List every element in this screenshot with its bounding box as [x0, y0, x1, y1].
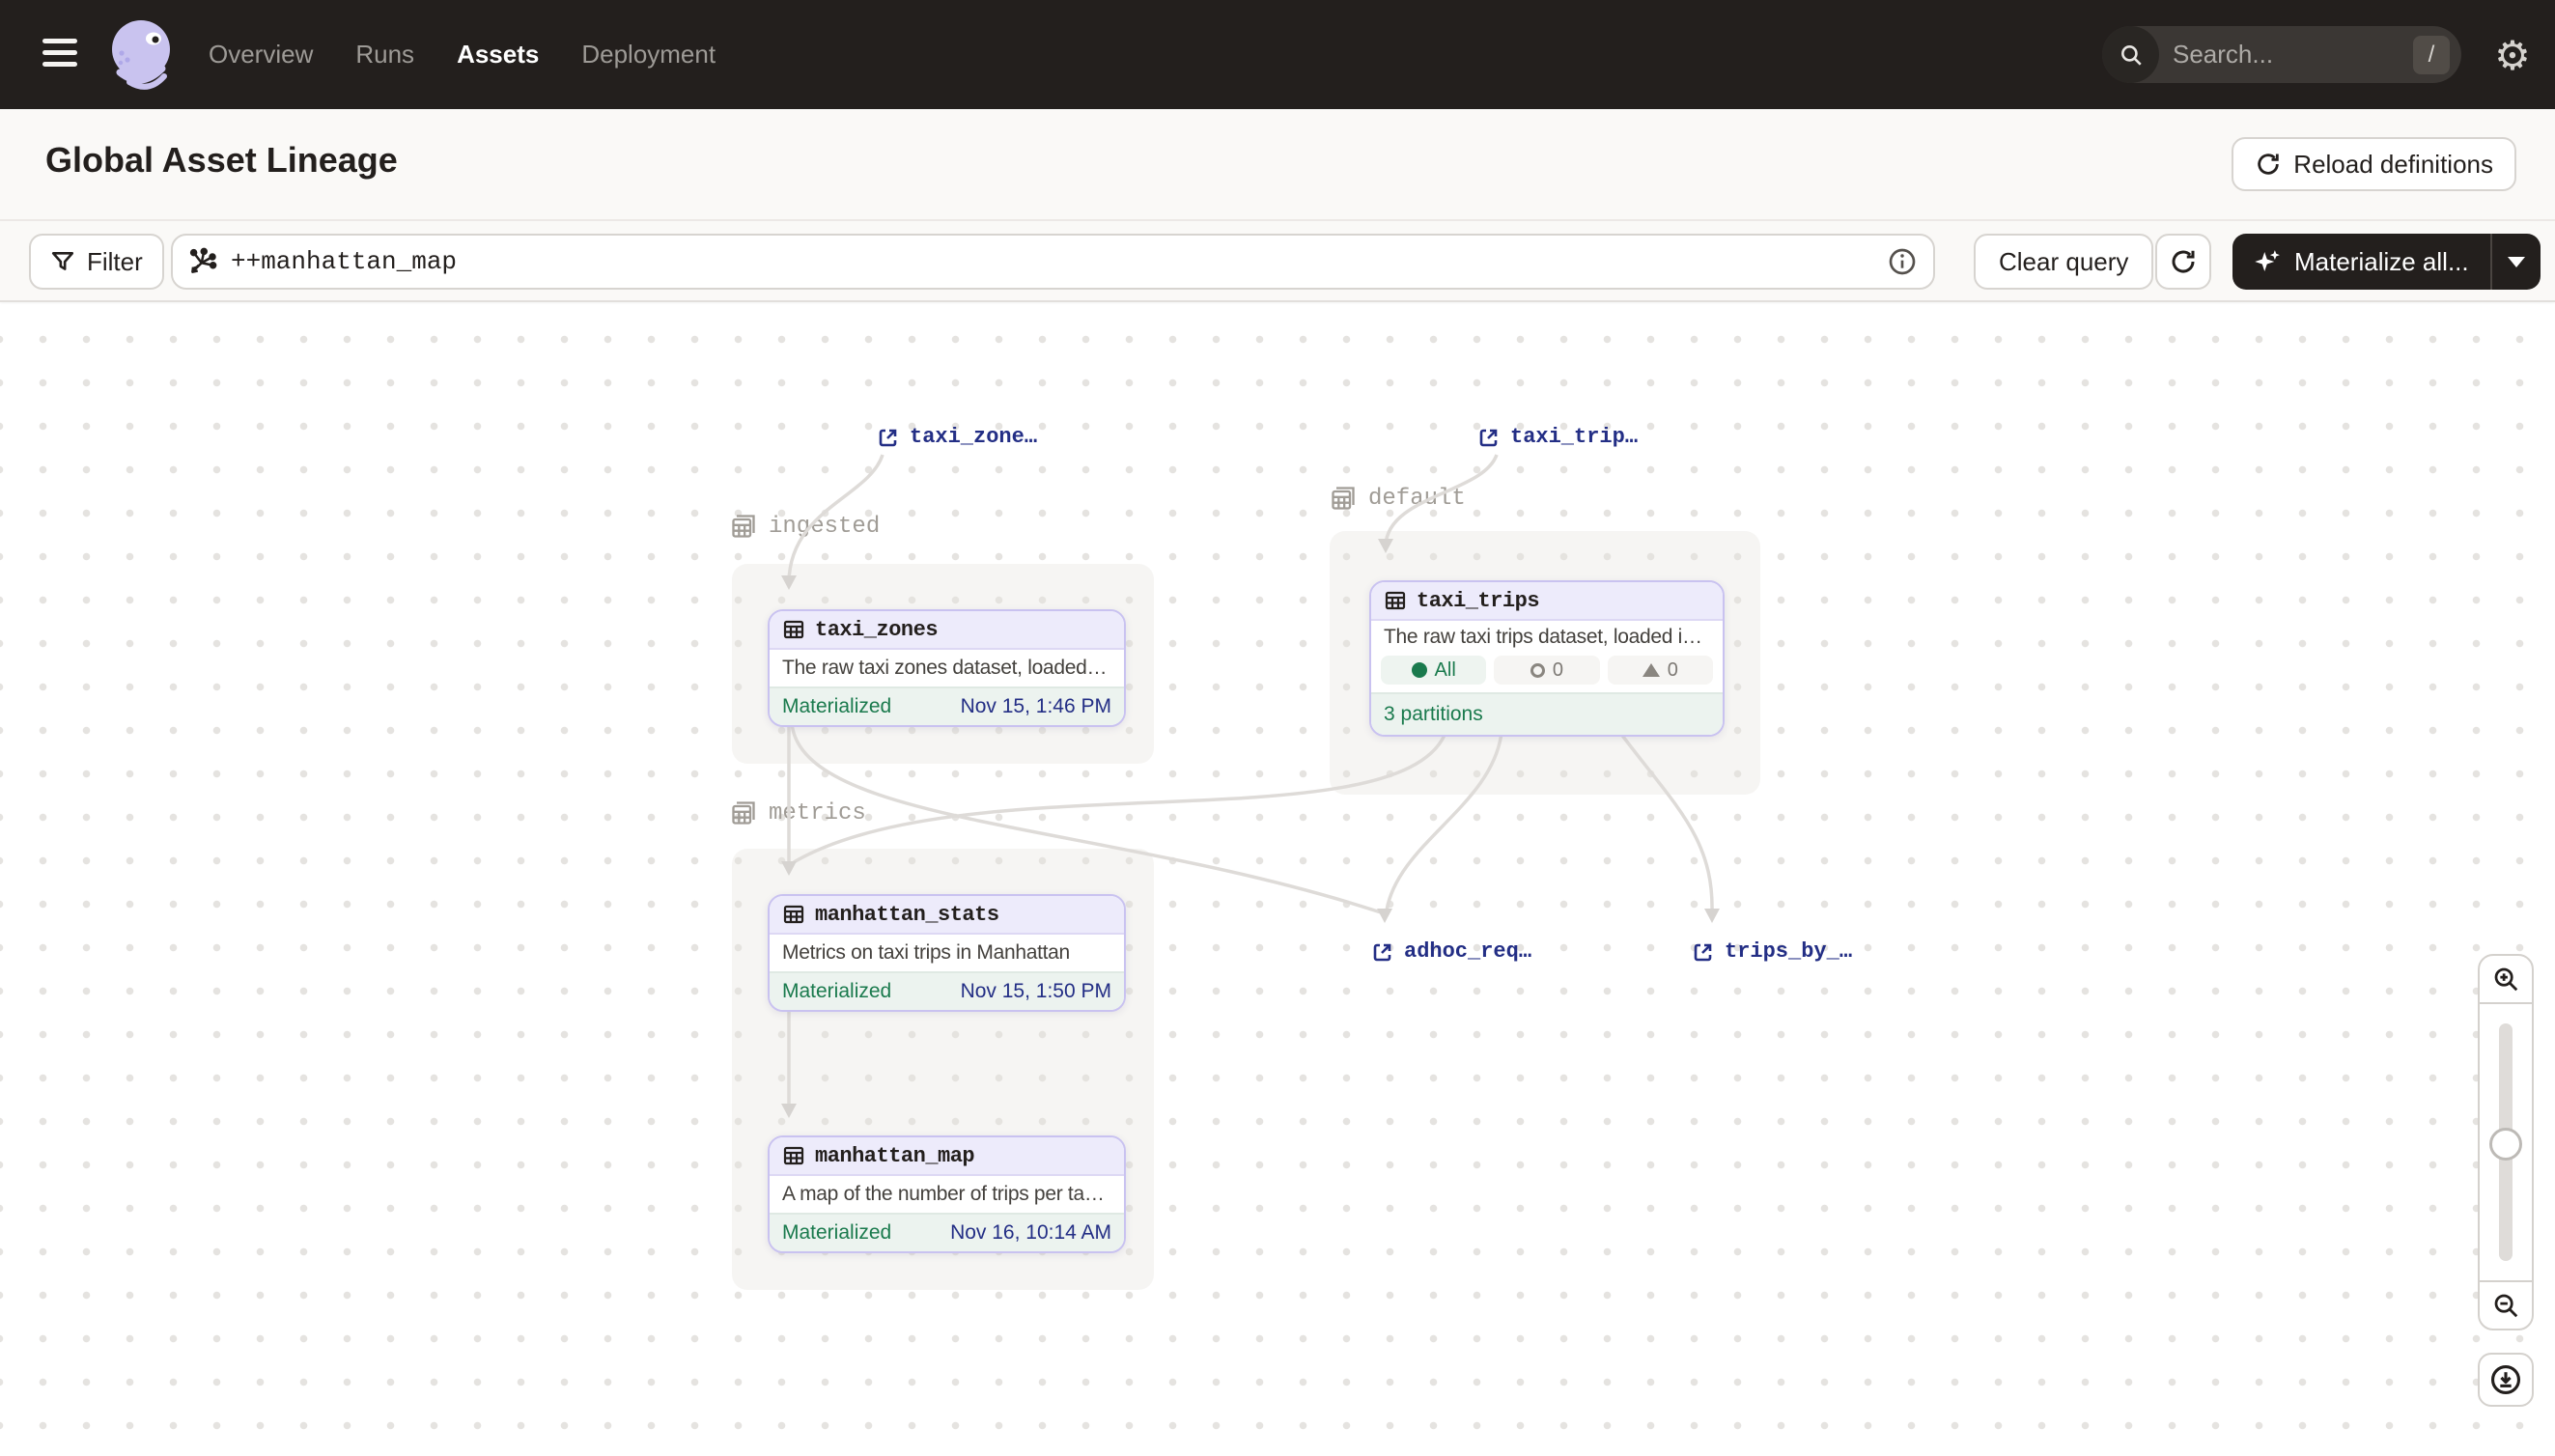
nav-item-runs[interactable]: Runs [355, 40, 414, 70]
lineage-canvas[interactable]: ingested default metrics [0, 304, 2555, 1456]
zoom-slider[interactable] [2480, 1004, 2532, 1280]
gear-icon[interactable]: ⚙ [2489, 32, 2536, 78]
partitions-all-badge: All [1381, 656, 1486, 685]
asset-query-box[interactable] [171, 234, 1935, 290]
status-badge: Materialized [782, 695, 891, 718]
external-asset-link-taxi-trip[interactable]: taxi_trip… [1477, 425, 1638, 449]
asset-description: Metrics on taxi trips in Manhattan [770, 935, 1124, 971]
chevron-down-icon [2508, 257, 2525, 267]
top-nav-bar: Overview Runs Assets Deployment / ⚙ [0, 0, 2555, 109]
asset-node-taxi-trips[interactable]: taxi_trips The raw taxi trips dataset, l… [1369, 580, 1725, 737]
external-link-icon [1692, 940, 1715, 964]
dagster-app: Overview Runs Assets Deployment / ⚙ Glob… [0, 0, 2555, 1456]
partitions-count: 3 partitions [1384, 703, 1483, 726]
zoom-control-panel [2478, 954, 2534, 1330]
materialize-all-button[interactable]: Materialize all... [2232, 234, 2541, 290]
external-asset-link-adhoc-req[interactable]: adhoc_req… [1371, 939, 1531, 964]
download-icon [2489, 1363, 2522, 1396]
download-image-button[interactable] [2478, 1353, 2534, 1407]
nav-item-overview[interactable]: Overview [209, 40, 313, 70]
asset-node-taxi-zones[interactable]: taxi_zones The raw taxi zones dataset, l… [768, 609, 1126, 727]
external-link-icon [877, 426, 900, 449]
table-icon [1384, 589, 1407, 612]
asset-name: manhattan_map [815, 1144, 974, 1168]
nav-item-assets[interactable]: Assets [457, 40, 539, 70]
asset-node-manhattan-map[interactable]: manhattan_map A map of the number of tri… [768, 1135, 1126, 1253]
success-dot-icon [1412, 662, 1427, 678]
partitions-failed-badge: 0 [1494, 656, 1599, 685]
zoom-out-button[interactable] [2480, 1280, 2532, 1329]
asset-name: taxi_trips [1417, 589, 1539, 613]
info-icon[interactable] [1887, 246, 1918, 277]
triangle-icon [1642, 663, 1660, 677]
asset-node-manhattan-stats[interactable]: manhattan_stats Metrics on taxi trips in… [768, 894, 1126, 1012]
reload-definitions-button[interactable]: Reload definitions [2232, 137, 2516, 191]
external-asset-link-taxi-zone[interactable]: taxi_zone… [877, 425, 1037, 449]
search-input[interactable] [2159, 40, 2413, 70]
status-badge: Materialized [782, 980, 891, 1003]
asset-description: A map of the number of trips per taxi z.… [770, 1176, 1124, 1213]
zoom-out-icon [2491, 1291, 2520, 1320]
asset-query-input[interactable] [231, 247, 1887, 276]
materialization-timestamp[interactable]: Nov 15, 1:46 PM [961, 695, 1111, 718]
funnel-icon [50, 249, 75, 274]
refresh-icon [2255, 151, 2282, 178]
lineage-query-icon [188, 247, 217, 276]
refresh-icon [2169, 247, 2198, 276]
status-badge: Materialized [782, 1221, 891, 1245]
filter-button[interactable]: Filter [29, 234, 164, 290]
clear-query-button[interactable]: Clear query [1974, 234, 2153, 290]
empty-circle-icon [1530, 663, 1545, 678]
external-link-icon [1371, 940, 1394, 964]
refresh-query-button[interactable] [2155, 234, 2211, 290]
dagster-logo-icon [100, 13, 185, 98]
lineage-toolbar: Filter Clear query [0, 221, 2555, 302]
asset-name: taxi_zones [815, 618, 938, 642]
table-icon [782, 1144, 805, 1167]
asset-name: manhattan_stats [815, 903, 999, 927]
sparkle-icon [2254, 247, 2283, 276]
zoom-slider-handle[interactable] [2489, 1128, 2522, 1161]
partitions-missing-badge: 0 [1608, 656, 1713, 685]
search-icon [2102, 26, 2159, 83]
table-icon [782, 903, 805, 926]
search-shortcut-badge: / [2413, 36, 2450, 74]
primary-nav: Overview Runs Assets Deployment [209, 0, 716, 109]
partition-health-badges: All 0 0 [1371, 654, 1723, 692]
external-link-icon [1477, 426, 1501, 449]
table-icon [782, 618, 805, 641]
page-title: Global Asset Lineage [45, 140, 398, 181]
page-header: Global Asset Lineage Reload definitions [0, 109, 2555, 221]
asset-description: The raw taxi trips dataset, loaded into … [1371, 621, 1723, 654]
hamburger-menu-icon[interactable] [42, 39, 77, 70]
asset-description: The raw taxi zones dataset, loaded int..… [770, 650, 1124, 686]
materialization-timestamp[interactable]: Nov 16, 10:14 AM [950, 1221, 1111, 1245]
zoom-in-icon [2491, 965, 2520, 994]
materialize-dropdown-button[interactable] [2490, 234, 2541, 290]
materialization-timestamp[interactable]: Nov 15, 1:50 PM [961, 980, 1111, 1003]
nav-item-deployment[interactable]: Deployment [581, 40, 716, 70]
global-search[interactable]: / [2102, 26, 2461, 83]
lineage-edges [0, 304, 2555, 1456]
zoom-in-button[interactable] [2480, 956, 2532, 1004]
external-asset-link-trips-by[interactable]: trips_by_… [1692, 939, 1852, 964]
